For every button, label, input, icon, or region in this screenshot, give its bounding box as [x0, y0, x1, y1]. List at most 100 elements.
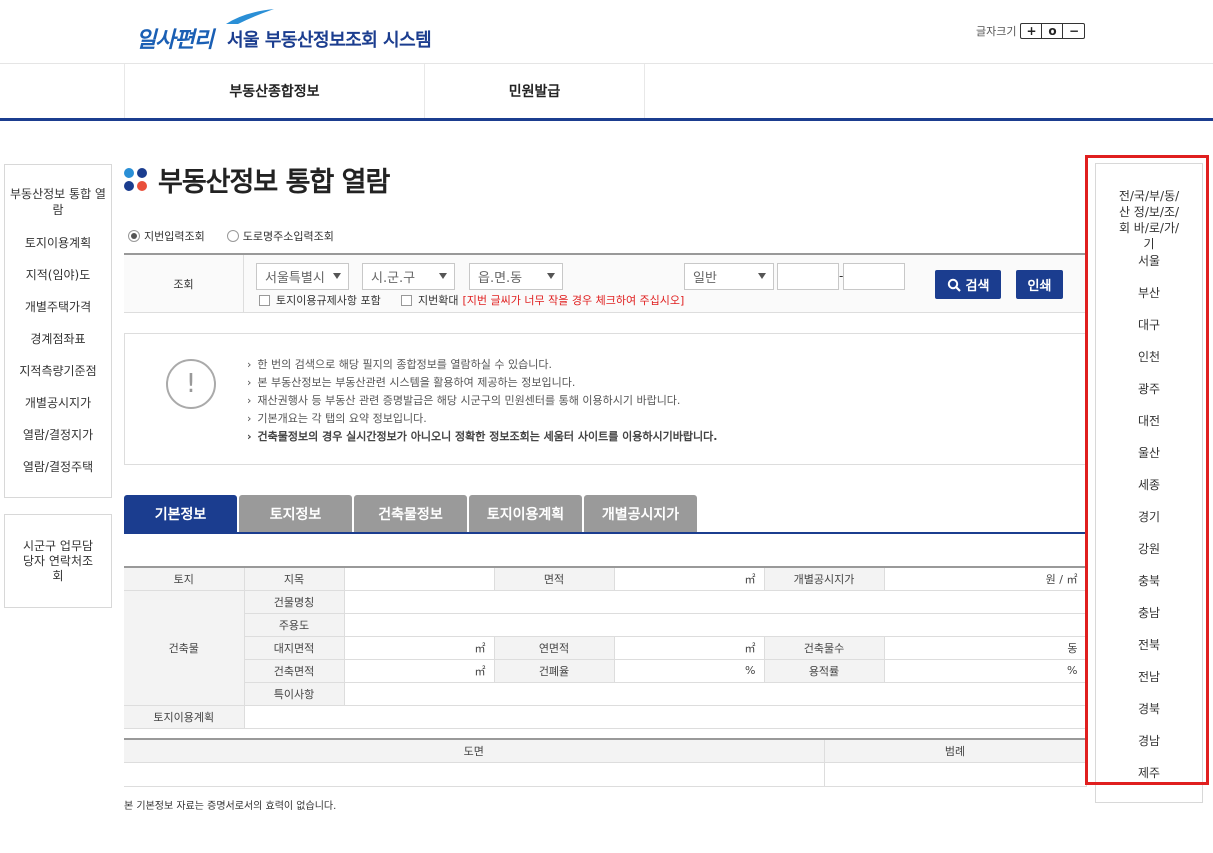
cell-total-area: 연면적 — [494, 636, 615, 660]
cell-price: 개별공시지가 — [764, 567, 885, 591]
include-regulation-label: 토지이용규제사항 포함 — [276, 294, 381, 307]
region-link-daegu[interactable]: 대구 — [1096, 316, 1202, 333]
search-panel: 조회 서울특별시 시.군.구 읍.면.동 일반 - 검색 인쇄 토지이용규제사항… — [124, 253, 1086, 313]
notice-item: 건축물정보의 경우 실시간정보가 아니오니 정확한 정보조회는 세움터 사이트를… — [247, 428, 718, 446]
site-logo[interactable]: 일사편리 서울 부동산정보조회 시스템 — [136, 9, 432, 54]
cell-jimok-value — [344, 567, 495, 591]
font-decrease-button[interactable]: − — [1063, 24, 1084, 38]
radio-unchecked-icon — [226, 230, 239, 242]
region-link-busan[interactable]: 부산 — [1096, 284, 1202, 301]
region-link-seoul[interactable]: 서울 — [1096, 252, 1202, 269]
enlarge-lot-checkbox[interactable]: 지번확대 [지번 글씨가 너무 작을 경우 체크하여 주십시오] — [401, 292, 684, 308]
lnb-item-boundary[interactable]: 경계점좌표 — [5, 331, 111, 347]
region-link-jeonnam[interactable]: 전남 — [1096, 668, 1202, 685]
cell-main-use-value — [344, 613, 1087, 637]
checkbox-box — [259, 294, 270, 306]
region-link-daejeon[interactable]: 대전 — [1096, 412, 1202, 429]
cell-legend: 범례 — [824, 739, 1087, 763]
region-link-gangwon[interactable]: 강원 — [1096, 540, 1202, 557]
cell-land: 토지 — [124, 567, 245, 591]
tab-land-info[interactable]: 토지정보 — [239, 495, 352, 532]
tab-underline — [124, 532, 1086, 534]
lnb-item-view-land-price[interactable]: 열람/결정지가 — [5, 427, 111, 443]
table-row — [124, 762, 1087, 787]
cell-floors: 건축물수 — [764, 636, 885, 660]
region-link-chungbuk[interactable]: 충북 — [1096, 572, 1202, 589]
header: 일사편리 서울 부동산정보조회 시스템 글자크기 + o − — [0, 0, 1213, 64]
radio-road[interactable]: 도로명주소입력조회 — [226, 228, 334, 244]
cell-special: 특이사항 — [244, 682, 345, 706]
region-link-gyeongbuk[interactable]: 경북 — [1096, 700, 1202, 717]
region-link-ulsan[interactable]: 울산 — [1096, 444, 1202, 461]
lnb-item-integrated[interactable]: 부동산정보 통합 열람 — [5, 186, 111, 218]
notice-item: 본 부동산정보는 부동산관련 시스템을 활용하여 제공하는 정보입니다. — [247, 374, 717, 392]
lnb-item-cadastral-map[interactable]: 지적(임야)도 — [5, 267, 111, 283]
search-label: 조회 — [124, 255, 244, 313]
table-row: 토지이용계획 — [124, 705, 1087, 729]
lnb-item-house-price[interactable]: 개별주택가격 — [5, 299, 111, 315]
include-regulation-checkbox[interactable]: 토지이용규제사항 포함 — [259, 292, 381, 308]
tab-land-use-plan[interactable]: 토지이용계획 — [469, 495, 582, 532]
cell-special-value — [344, 682, 1087, 706]
enlarge-lot-note: [지번 글씨가 너무 작을 경우 체크하여 주십시오] — [462, 294, 685, 307]
dong-select[interactable]: 읍.면.동 — [469, 263, 563, 290]
lnb-item-land-use[interactable]: 토지이용계획 — [5, 235, 111, 251]
left-nav: 부동산정보 통합 열람 토지이용계획 지적(임야)도 개별주택가격 경계점좌표 … — [4, 164, 112, 498]
region-link-sejong[interactable]: 세종 — [1096, 476, 1202, 493]
logo-swoosh-icon — [226, 9, 274, 24]
cell-far-value: % — [884, 659, 1087, 683]
basic-info-table: 토지 지목 면적 ㎡ 개별공시지가 원 / ㎡ 건축물 건물명칭 주용도 대지면… — [124, 566, 1087, 729]
region-link-chungnam[interactable]: 충남 — [1096, 604, 1202, 621]
notice-item: 재산권행사 등 부동산 관련 증명발급은 해당 시군구의 민원센터를 통해 이용… — [247, 392, 717, 410]
cell-area-value: ㎡ — [614, 567, 765, 591]
tab-basic-info[interactable]: 기본정보 — [124, 495, 237, 532]
main-lot-input[interactable] — [777, 263, 839, 290]
page-title: 부동산정보 통합 열람 — [158, 167, 390, 198]
gnb-item-real-estate-info[interactable]: 부동산종합정보 — [124, 64, 424, 118]
tab-building-info[interactable]: 건축물정보 — [354, 495, 467, 532]
region-link-jeju[interactable]: 제주 — [1096, 764, 1202, 781]
table-row: 특이사항 — [124, 682, 1087, 706]
font-size-control: 글자크기 + o − — [976, 23, 1086, 39]
lnb-item-survey-point[interactable]: 지적측량기준점 — [5, 363, 111, 379]
logo-mark: 일사편리 — [136, 28, 214, 53]
city-select[interactable]: 서울특별시 — [256, 263, 349, 290]
font-reset-button[interactable]: o — [1042, 24, 1064, 38]
region-link-gwangju[interactable]: 광주 — [1096, 380, 1202, 397]
table-row: 주용도 — [124, 613, 1087, 637]
notice-box: ! 한 번의 검색으로 해당 필지의 종합정보를 열람하실 수 있습니다. 본 … — [124, 333, 1086, 465]
cell-legend-value — [824, 762, 1087, 787]
notice-list: 한 번의 검색으로 해당 필지의 종합정보를 열람하실 수 있습니다. 본 부동… — [247, 356, 717, 446]
cell-building: 건축물 — [124, 590, 245, 706]
tab-land-price[interactable]: 개별공시지가 — [584, 495, 697, 532]
cell-total-area-value: ㎡ — [614, 636, 765, 660]
region-link-gyeongnam[interactable]: 경남 — [1096, 732, 1202, 749]
cell-site-area-value: ㎡ — [344, 636, 495, 660]
region-panel-title-text: 전/국/부/동/산 정/보/조/회 바/로/가/기 — [1118, 189, 1180, 251]
lnb-item-land-price[interactable]: 개별공시지가 — [5, 395, 111, 411]
sub-lot-input[interactable] — [843, 263, 905, 290]
contact-lookup-link[interactable]: 시군구 업무담당자 연락처조회 — [4, 514, 112, 608]
radio-jibun[interactable]: 지번입력조회 — [128, 228, 205, 244]
font-increase-button[interactable]: + — [1021, 24, 1043, 38]
notice-item: 한 번의 검색으로 해당 필지의 종합정보를 열람하실 수 있습니다. — [247, 356, 717, 374]
lnb-item-view-house-price[interactable]: 열람/결정주택 — [5, 459, 111, 475]
chevron-down-icon — [547, 273, 555, 279]
notice-item: 기본개요는 각 탭의 요약 정보입니다. — [247, 410, 717, 428]
cell-land-plan: 토지이용계획 — [124, 705, 245, 729]
lot-type-select[interactable]: 일반 — [684, 263, 774, 290]
region-link-jeonbuk[interactable]: 전북 — [1096, 636, 1202, 653]
search-button[interactable]: 검색 — [935, 270, 1001, 299]
cell-coverage: 건폐율 — [494, 659, 615, 683]
search-button-label: 검색 — [965, 279, 990, 294]
radio-checked-icon — [128, 230, 140, 242]
dong-select-value: 읍.면.동 — [478, 271, 523, 286]
cell-area: 면적 — [494, 567, 615, 591]
region-link-gyeonggi[interactable]: 경기 — [1096, 508, 1202, 525]
print-button[interactable]: 인쇄 — [1016, 270, 1063, 299]
district-select[interactable]: 시.군.구 — [362, 263, 455, 290]
gnb-item-civil-issuance[interactable]: 민원발급 — [424, 64, 645, 118]
global-nav: 부동산종합정보 민원발급 — [0, 64, 1213, 121]
lot-type-value: 일반 — [693, 271, 717, 286]
region-link-incheon[interactable]: 인천 — [1096, 348, 1202, 365]
